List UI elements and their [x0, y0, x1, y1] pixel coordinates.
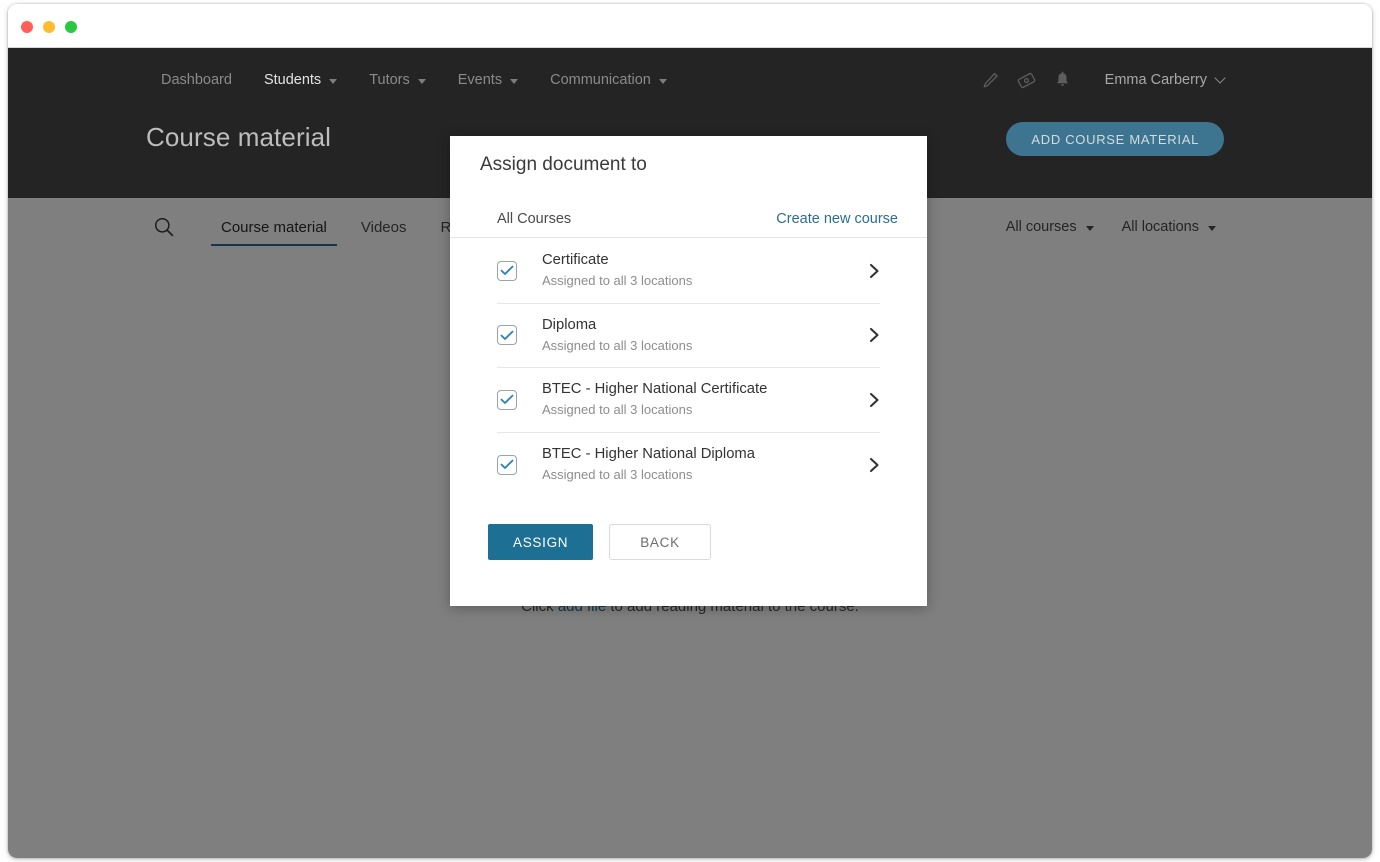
nav-item-communication[interactable]: Communication [534, 72, 683, 88]
chevron-down-icon [329, 78, 338, 84]
assign-document-modal: Assign document to All Courses Create ne… [450, 136, 927, 606]
course-row-btec-higher-national-diploma[interactable]: BTEC - Higher National Diploma Assigned … [497, 433, 880, 498]
nav-item-dashboard[interactable]: Dashboard [145, 72, 248, 88]
course-subtitle: Assigned to all 3 locations [542, 467, 693, 483]
chevron-right-icon[interactable] [858, 392, 880, 408]
nav-items: Dashboard Students Tutors Events Communi… [145, 72, 683, 88]
assign-button[interactable]: ASSIGN [488, 524, 594, 560]
tag-icon[interactable] [1009, 65, 1045, 95]
bell-icon[interactable] [1045, 65, 1081, 95]
nav-label: Tutors [369, 72, 410, 88]
course-subtitle: Assigned to all 3 locations [542, 337, 693, 353]
course-row-diploma[interactable]: Diploma Assigned to all 3 locations [497, 304, 880, 368]
modal-title: Assign document to [480, 154, 647, 175]
course-row-btec-higher-national-certificate[interactable]: BTEC - Higher National Certificate Assig… [497, 368, 880, 433]
page-title: Course material [146, 122, 332, 152]
nav-item-tutors[interactable]: Tutors [353, 72, 442, 88]
checkbox-btec-higher-national-certificate[interactable] [497, 389, 517, 410]
window-minimize-button[interactable] [43, 21, 55, 33]
all-courses-label: All Courses [497, 210, 572, 227]
course-title: BTEC - Higher National Diploma [542, 446, 755, 463]
add-course-material-button[interactable]: ADD COURSE MATERIAL [1006, 122, 1224, 156]
pencil-icon[interactable] [973, 65, 1009, 95]
chevron-right-icon[interactable] [858, 327, 880, 343]
course-title: Diploma [542, 316, 597, 333]
user-name-label: Emma Carberry [1104, 72, 1207, 88]
course-subtitle: Assigned to all 3 locations [542, 402, 693, 418]
nav-item-students[interactable]: Students [248, 72, 353, 88]
header-actions: Emma Carberry [973, 65, 1226, 95]
nav-label: Events [457, 72, 503, 88]
course-title: BTEC - Higher National Certificate [542, 381, 768, 398]
nav-item-events[interactable]: Events [442, 72, 534, 88]
chevron-right-icon[interactable] [858, 263, 880, 279]
course-subtitle: Assigned to all 3 locations [542, 273, 693, 289]
checkbox-btec-higher-national-diploma[interactable] [497, 454, 517, 475]
checkbox-certificate[interactable] [497, 260, 517, 281]
user-menu[interactable]: Emma Carberry [1104, 72, 1226, 88]
chevron-down-icon [510, 78, 519, 84]
window-titlebar [8, 4, 1372, 48]
course-row-certificate[interactable]: Certificate Assigned to all 3 locations [497, 239, 880, 304]
create-new-course-link[interactable]: Create new course [776, 211, 898, 227]
checkbox-diploma[interactable] [497, 325, 517, 346]
chevron-down-icon [1214, 72, 1226, 84]
course-row-texts: Certificate Assigned to all 3 locations [542, 251, 858, 290]
main-navigation: Dashboard Students Tutors Events Communi… [8, 56, 1372, 104]
nav-label: Communication [550, 72, 651, 88]
chevron-down-icon [658, 78, 667, 84]
course-row-texts: Diploma Assigned to all 3 locations [542, 316, 858, 355]
back-button[interactable]: BACK [609, 524, 711, 560]
modal-subheader: All Courses Create new course [450, 200, 927, 238]
traffic-lights [21, 21, 77, 33]
nav-label: Students [263, 72, 322, 88]
window-zoom-button[interactable] [65, 21, 77, 33]
nav-label: Dashboard [161, 72, 232, 88]
course-row-texts: BTEC - Higher National Diploma Assigned … [542, 445, 858, 484]
modal-actions: ASSIGN BACK [488, 524, 711, 560]
chevron-right-icon[interactable] [858, 457, 880, 473]
window-close-button[interactable] [21, 21, 33, 33]
chevron-down-icon [417, 78, 426, 84]
course-row-texts: BTEC - Higher National Certificate Assig… [542, 380, 858, 419]
browser-window: Dashboard Students Tutors Events Communi… [8, 4, 1372, 858]
course-list: Certificate Assigned to all 3 locations … [450, 239, 927, 497]
course-title: Certificate [542, 252, 609, 269]
